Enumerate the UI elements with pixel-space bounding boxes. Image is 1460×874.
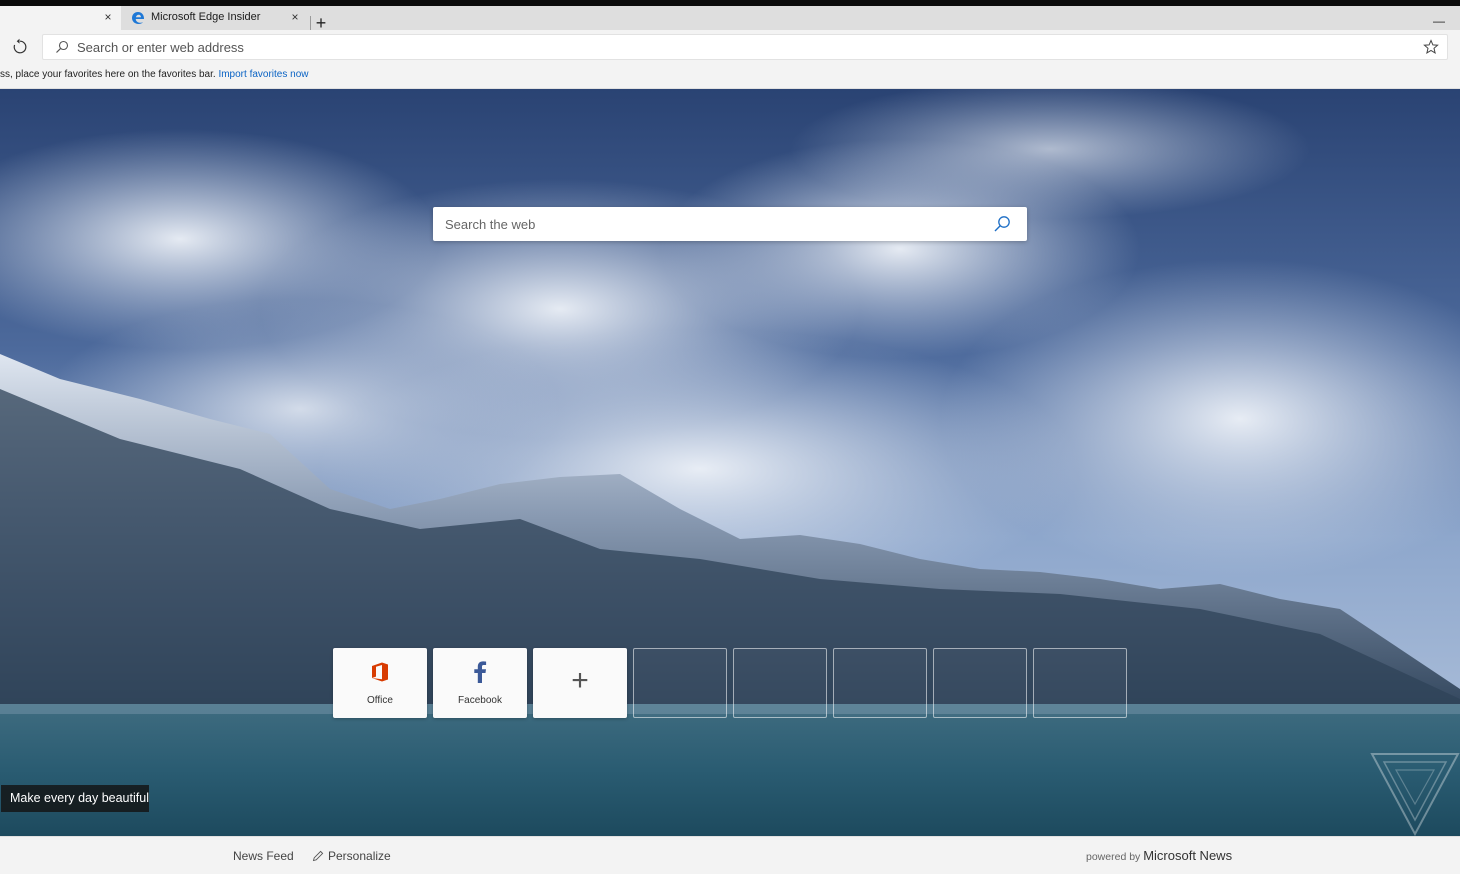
close-tab-icon[interactable]: × [101, 10, 115, 24]
address-bar[interactable] [42, 34, 1448, 60]
microsoft-news-brand[interactable]: Microsoft News [1143, 848, 1232, 863]
powered-by-text: powered by [1086, 851, 1141, 863]
empty-tile [933, 648, 1027, 718]
background-image [0, 89, 1460, 836]
add-site-tile[interactable]: + [533, 648, 627, 718]
empty-tile [733, 648, 827, 718]
refresh-icon[interactable] [11, 38, 29, 56]
web-search-input[interactable] [445, 214, 975, 234]
import-favorites-link[interactable]: Import favorites now [218, 69, 308, 80]
pencil-icon [312, 850, 324, 862]
empty-tile [633, 648, 727, 718]
tab-separator [310, 16, 311, 30]
personalize-button[interactable]: Personalize [312, 849, 391, 863]
edge-logo-icon [132, 12, 145, 24]
search-icon[interactable] [993, 215, 1011, 233]
landscape-illustration [0, 89, 1460, 836]
close-tab-icon[interactable]: × [288, 10, 302, 24]
personalize-label: Personalize [328, 849, 391, 863]
tile-label: Facebook [458, 695, 502, 706]
powered-by-label: powered by Microsoft News [1086, 848, 1232, 863]
news-feed-button[interactable]: News Feed [233, 849, 294, 863]
tab-edge-insider[interactable]: Microsoft Edge Insider × [123, 6, 308, 30]
favorite-star-icon[interactable] [1423, 39, 1439, 55]
search-icon [56, 40, 69, 53]
tile-label: Office [367, 695, 393, 706]
favorites-bar: ss, place your favorites here on the fav… [0, 64, 1460, 89]
image-caption[interactable]: Make every day beautiful [1, 785, 149, 812]
facebook-icon [469, 660, 491, 684]
tab-strip: × Microsoft Edge Insider × + — [0, 6, 1460, 33]
favorites-bar-message: ss, place your favorites here on the fav… [0, 69, 309, 80]
navigation-toolbar [0, 30, 1460, 64]
tab-active[interactable]: × [0, 6, 121, 30]
office-icon [369, 660, 391, 684]
minimize-button[interactable]: — [1432, 14, 1446, 28]
tab-title: Microsoft Edge Insider [151, 11, 261, 23]
address-input[interactable] [77, 37, 1407, 57]
top-site-tile-office[interactable]: Office [333, 648, 427, 718]
empty-tile [833, 648, 927, 718]
top-site-tile-facebook[interactable]: Facebook [433, 648, 527, 718]
web-search-box[interactable] [433, 207, 1027, 241]
plus-icon: + [571, 664, 589, 697]
empty-tile [1033, 648, 1127, 718]
favorites-bar-text: ss, place your favorites here on the fav… [0, 69, 216, 80]
watermark-logo [1370, 753, 1460, 836]
news-bar: News Feed Personalize powered by Microso… [0, 836, 1460, 874]
